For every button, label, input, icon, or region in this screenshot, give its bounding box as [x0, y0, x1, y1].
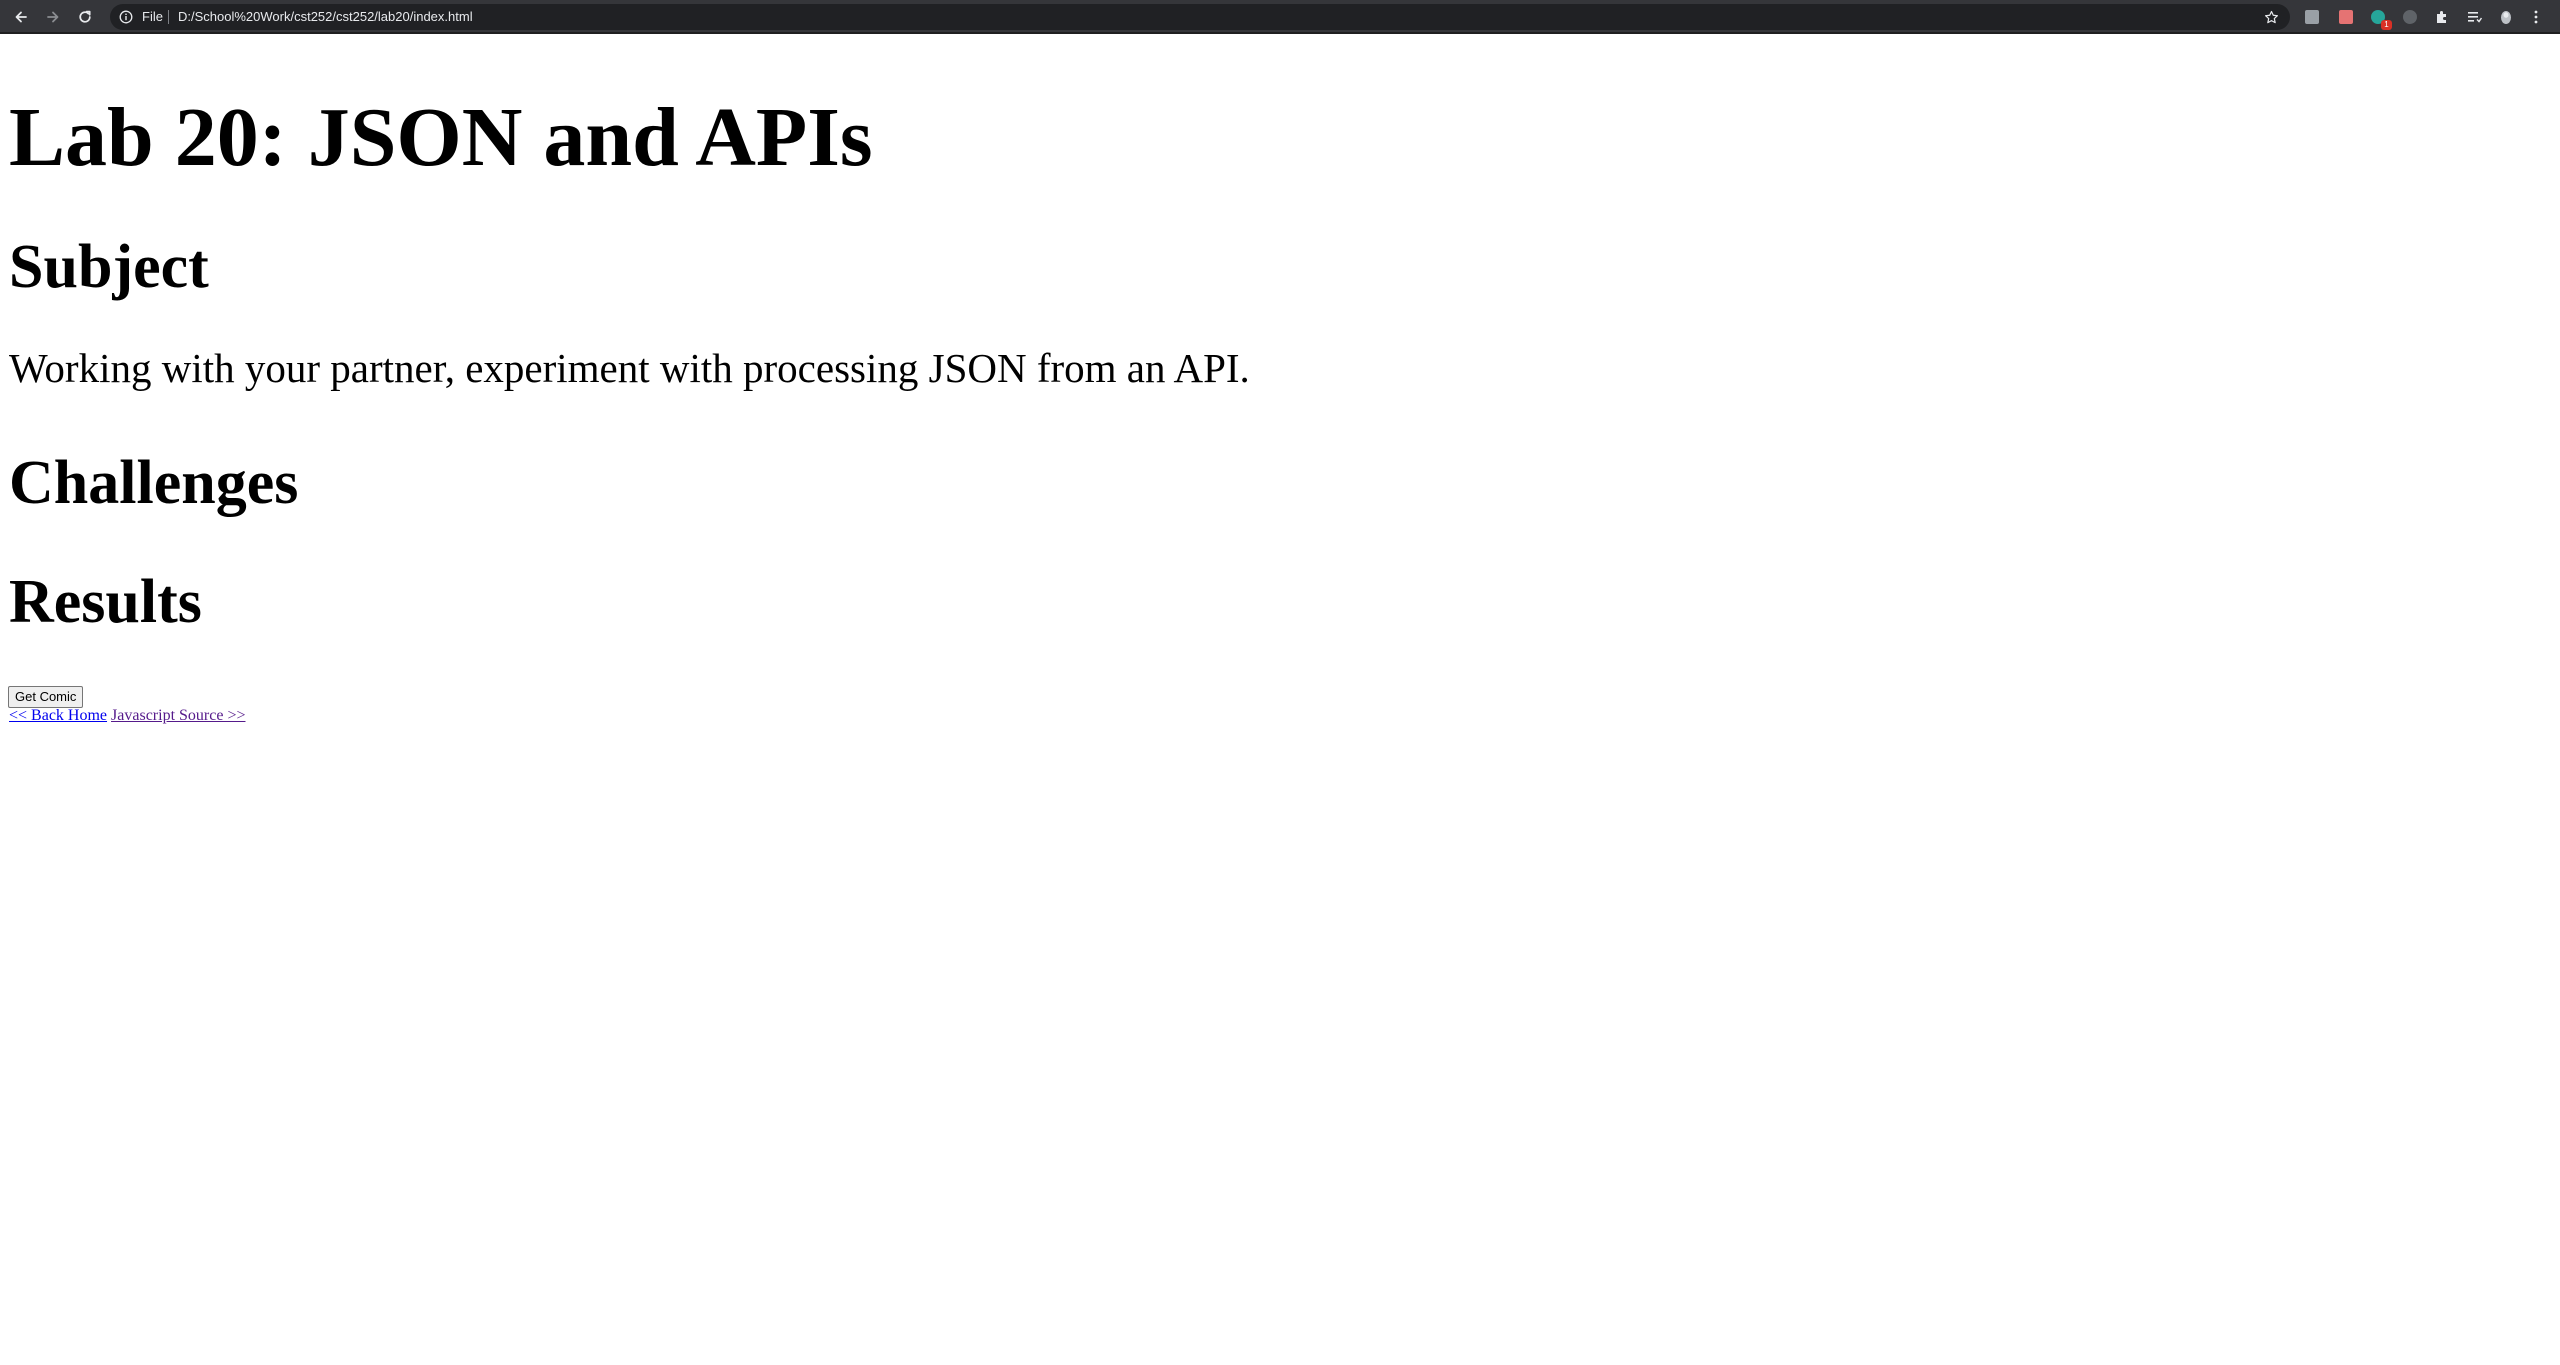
get-comic-button[interactable]: Get Comic	[8, 686, 84, 708]
extension-red-icon	[2339, 10, 2353, 24]
challenges-heading: Challenges	[9, 449, 299, 517]
url-text[interactable]: D:/School%20Work/cst252/cst252/lab20/ind…	[178, 10, 473, 24]
profile-button[interactable]	[2496, 7, 2516, 27]
arrow-left-icon	[15, 11, 27, 23]
subject-text: Working with your partner, experiment wi…	[9, 345, 1250, 391]
arrow-right-icon	[47, 11, 59, 23]
forward-button[interactable]	[42, 6, 64, 28]
extension-dark-icon	[2403, 10, 2417, 24]
three-dots-icon	[2534, 10, 2538, 24]
star-icon	[2264, 10, 2278, 23]
reload-icon	[79, 10, 91, 23]
site-info-button[interactable]	[118, 9, 134, 25]
address-bar[interactable]: File D:/School%20Work/cst252/cst252/lab2…	[110, 4, 2290, 30]
address-separator	[168, 10, 169, 24]
results-heading: Results	[9, 568, 202, 636]
reading-list-icon	[2468, 12, 2482, 23]
extension-grey-button[interactable]	[2302, 7, 2322, 27]
back-home-link[interactable]: << Back Home	[9, 707, 107, 724]
extension-dark-button[interactable]	[2400, 7, 2420, 27]
javascript-source-link[interactable]: Javascript Source >>	[111, 707, 245, 724]
reload-button[interactable]	[74, 6, 96, 28]
browser-menu-button[interactable]	[2526, 7, 2546, 27]
bookmark-button[interactable]	[2262, 8, 2280, 26]
info-icon	[119, 10, 133, 24]
page-content: Lab 20: JSON and APIs Subject Working wi…	[0, 34, 2560, 1365]
extension-badge: 1	[2381, 20, 2392, 30]
puzzle-icon	[2437, 11, 2446, 23]
scheme-label: File	[142, 9, 163, 24]
footer-links: << Back Home Javascript Source >>	[9, 706, 245, 726]
avatar-icon	[2501, 11, 2511, 24]
browser-toolbar: File D:/School%20Work/cst252/cst252/lab2…	[0, 0, 2560, 34]
extensions-menu-button[interactable]	[2432, 7, 2452, 27]
page-title: Lab 20: JSON and APIs	[9, 91, 873, 184]
back-button[interactable]	[10, 6, 32, 28]
extension-teal-button[interactable]: 1	[2368, 7, 2392, 30]
subject-heading: Subject	[9, 233, 209, 301]
extension-red-button[interactable]	[2336, 7, 2356, 27]
extension-grey-icon	[2305, 10, 2319, 24]
reading-list-button[interactable]	[2464, 7, 2484, 27]
